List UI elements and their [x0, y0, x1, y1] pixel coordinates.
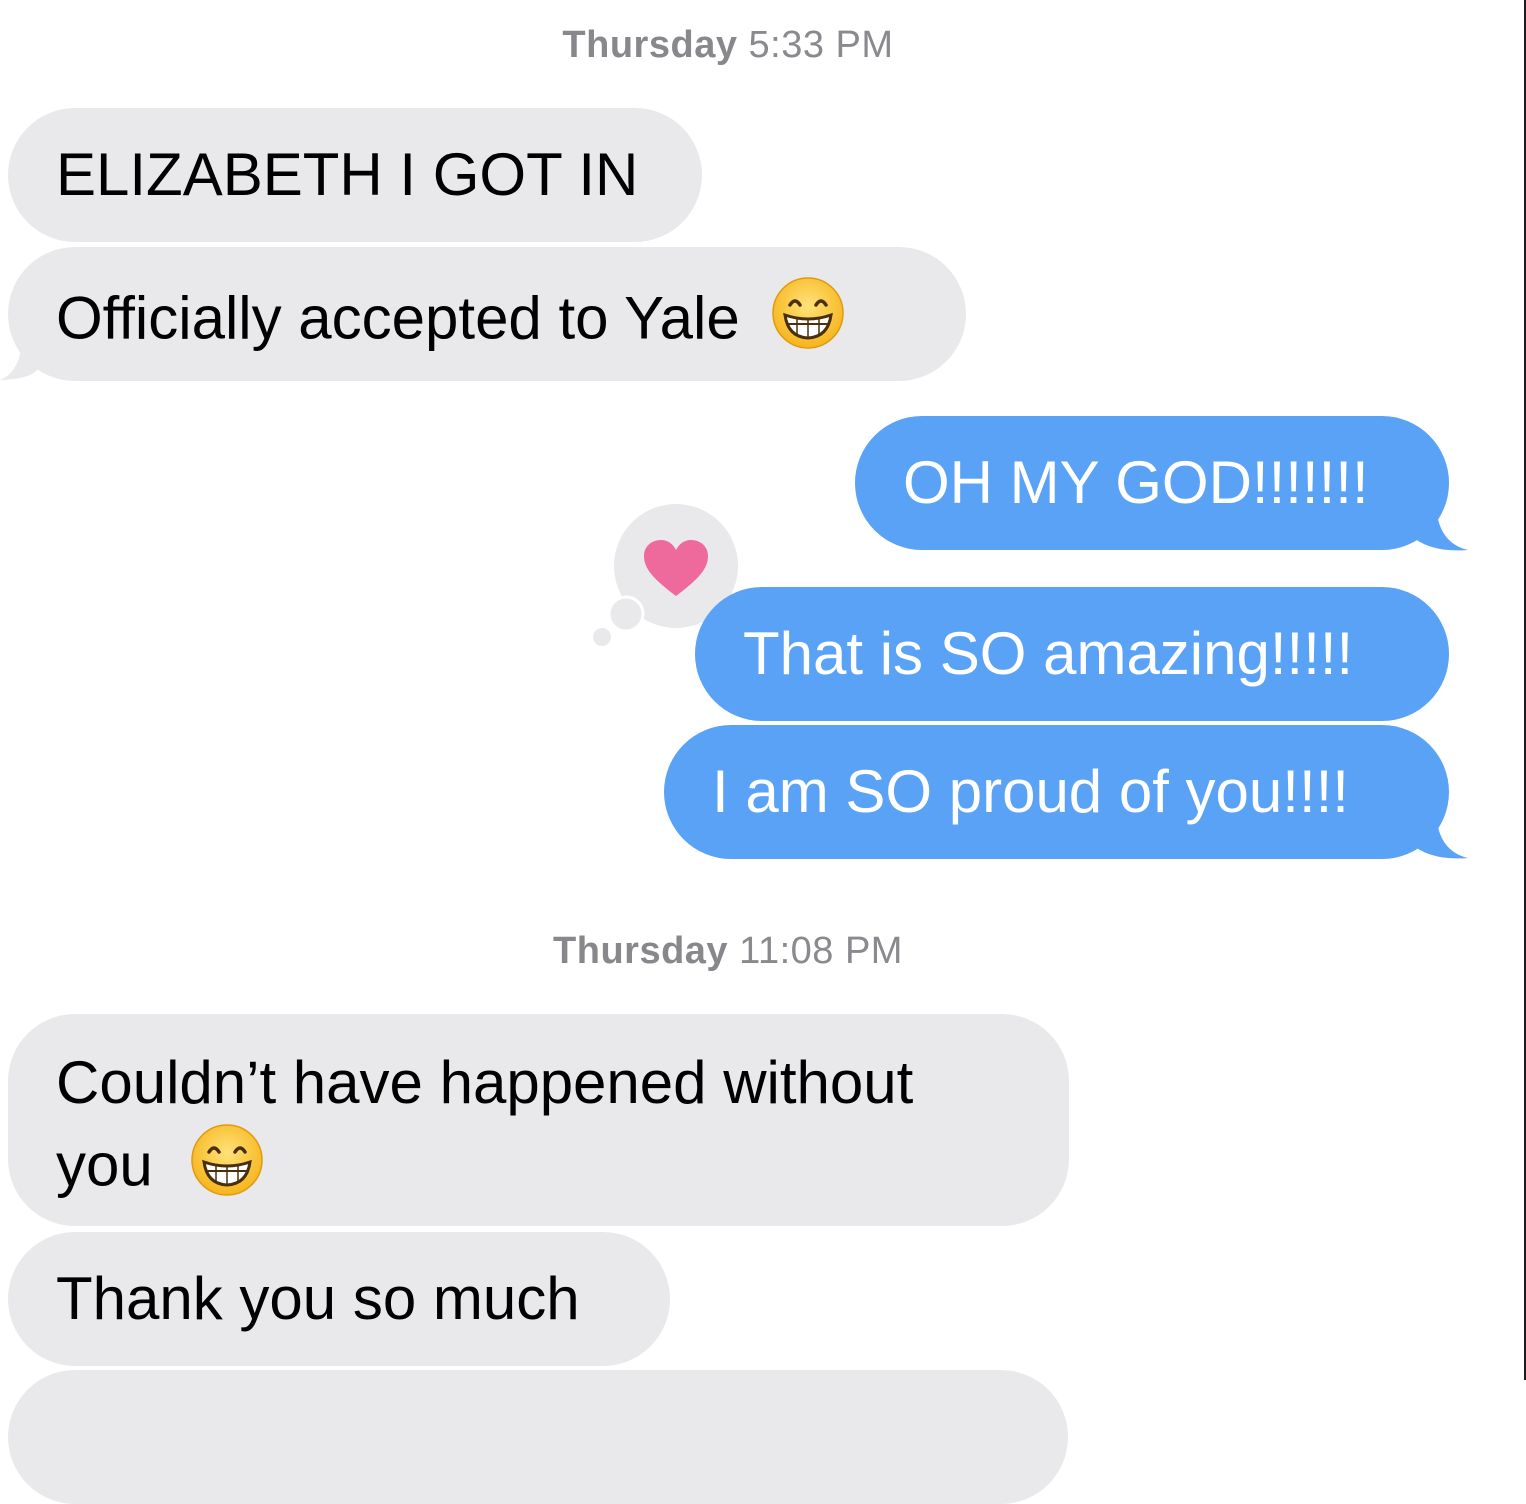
heart-icon	[642, 538, 710, 603]
message-text-line: Couldn’t have happened without	[56, 1049, 914, 1116]
message-text: That is SO amazing!!!!!	[743, 620, 1354, 687]
message-text: Officially accepted to Yale	[56, 284, 740, 352]
message-text: OH MY GOD!!!!!!!	[903, 449, 1369, 516]
grinning-face-emoji-icon	[770, 275, 846, 370]
message-bubble-outgoing[interactable]: I am SO proud of you!!!!	[664, 725, 1449, 859]
outgoing-bubble-tail	[1410, 813, 1468, 859]
message-bubble-incoming[interactable]: Thank you so much	[8, 1232, 670, 1366]
timestamp-time: 5:33 PM	[748, 24, 894, 66]
message-bubble-incoming[interactable]: Officially accepted to Yale	[8, 247, 966, 381]
timestamp-header: Thursday 5:33 PM	[0, 24, 1456, 67]
timestamp-time: 11:08 PM	[739, 930, 903, 972]
timestamp-day: Thursday	[562, 24, 738, 66]
outgoing-bubble-tail	[1410, 505, 1468, 551]
timestamp-header: Thursday 11:08 PM	[0, 930, 1456, 973]
incoming-bubble-tail	[0, 335, 40, 380]
message-bubble-incoming[interactable]: ELIZABETH I GOT IN	[8, 108, 702, 242]
message-bubble-incoming-partial[interactable]	[8, 1370, 1068, 1504]
timestamp-day: Thursday	[553, 930, 729, 972]
message-bubble-incoming[interactable]: Couldn’t have happened without you	[8, 1014, 1069, 1226]
message-text: I am SO proud of you!!!!	[712, 758, 1349, 825]
message-text: Thank you so much	[56, 1265, 580, 1332]
message-text-line: you	[56, 1131, 153, 1199]
grinning-face-emoji-icon	[189, 1122, 265, 1217]
message-bubble-outgoing[interactable]: That is SO amazing!!!!!	[695, 587, 1449, 721]
message-text: ELIZABETH I GOT IN	[56, 141, 639, 208]
message-bubble-outgoing[interactable]: OH MY GOD!!!!!!!	[855, 416, 1449, 550]
